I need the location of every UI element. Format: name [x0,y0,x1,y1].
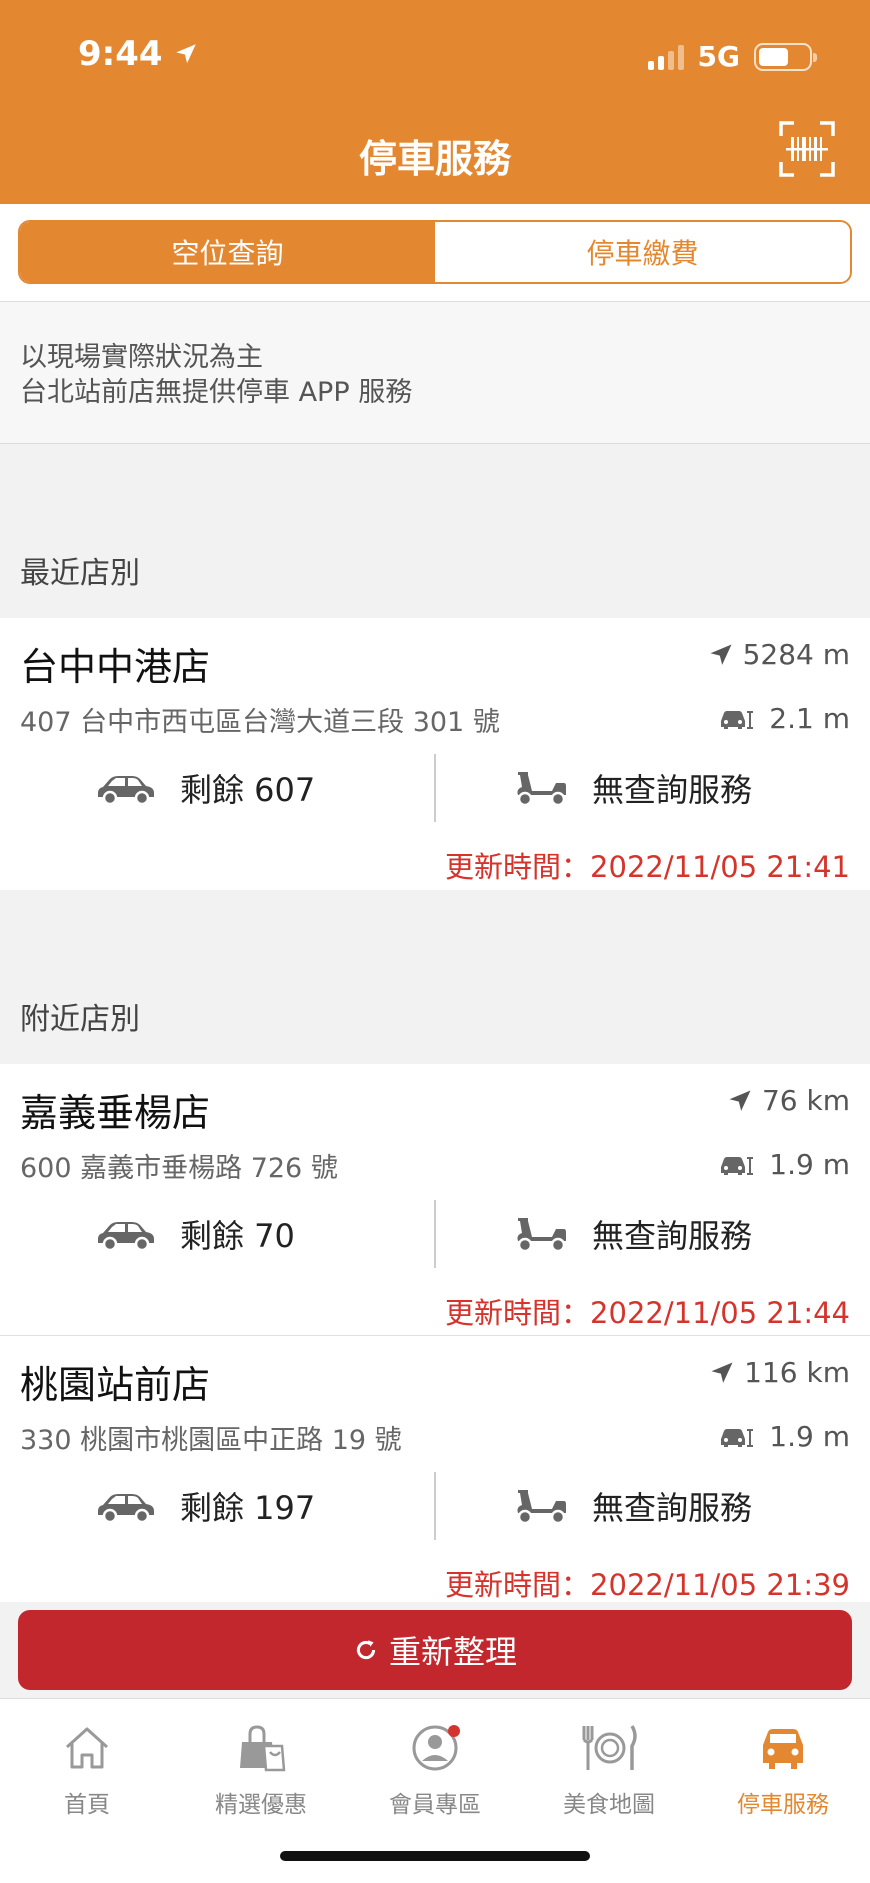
status-time-text: 9:44 [78,34,163,74]
dining-icon [582,1725,637,1770]
store-name: 台中中港店 [20,645,211,689]
update-time: 更新時間：2022/11/05 21:41 [445,850,850,884]
motorcycle-slot: 無查詢服務 [512,1200,752,1268]
navigation-arrow-icon [729,1090,751,1111]
notice-line-2: 台北站前店無提供停車 APP 服務 [20,377,413,408]
car-icon [98,776,154,805]
nav-parking[interactable]: 停車服務 [696,1719,870,1819]
parking-slots: 剩餘 607 無查詢服務 [0,754,870,822]
refresh-icon [356,1640,376,1660]
page-title: 停車服務 [358,137,511,181]
motorcycle-slot-text: 無查詢服務 [592,1217,753,1255]
car-slot: 剩餘 197 [94,1472,315,1540]
battery-icon [754,42,817,71]
car-front-icon [721,710,754,729]
car-slot: 剩餘 70 [94,1200,295,1268]
car-slot: 剩餘 607 [94,754,315,822]
barcode-scan-icon[interactable] [778,120,836,178]
nav-food-map[interactable]: 美食地圖 [522,1719,696,1819]
car-front-icon [721,1428,754,1447]
segmented-control: 空位查詢 停車繳費 [18,220,852,284]
update-time: 更新時間：2022/11/05 21:44 [445,1296,850,1330]
scooter-icon [517,772,566,807]
store-address: 330 桃園市桃園區中正路 19 號 [20,1425,402,1456]
motorcycle-slot-text: 無查詢服務 [592,1489,753,1527]
home-icon [65,1727,109,1769]
store-name: 嘉義垂楊店 [20,1091,211,1135]
app-header: 9:44 5G 停車服務 [0,0,870,204]
notice-panel: 以現場實際狀況為主 台北站前店無提供停車 APP 服務 [0,302,870,444]
store-drive-text: 2.1 m [769,702,850,735]
store-address: 600 嘉義市垂楊路 726 號 [20,1153,338,1184]
car-icon [98,1494,154,1523]
nav-member-label: 會員專區 [389,1792,481,1818]
store-distance-text: 76 km [761,1084,850,1117]
member-icon [412,1725,460,1771]
car-slot-text: 剩餘 197 [180,1489,316,1527]
slot-divider [434,754,436,822]
slot-divider [434,1472,436,1540]
motorcycle-slot: 無查詢服務 [512,754,752,822]
refresh-button[interactable]: 重新整理 [18,1610,852,1690]
store-drive-text: 1.9 m [769,1148,850,1181]
update-time: 更新時間：2022/11/05 21:39 [445,1568,850,1602]
tabs-bar: 空位查詢 停車繳費 [0,204,870,302]
store-drive-distance: 1.9 m [717,1420,850,1453]
store-card[interactable]: 嘉義垂楊店 76 km 600 嘉義市垂楊路 726 號 1.9 m 剩餘 70… [0,1064,870,1336]
navigation-arrow-icon [710,644,732,665]
parking-slots: 剩餘 197 無查詢服務 [0,1472,870,1540]
nav-home-label: 首頁 [64,1792,110,1818]
car-icon [98,1222,154,1251]
motorcycle-slot: 無查詢服務 [512,1472,752,1540]
store-distance: 5284 m [707,638,850,671]
store-address: 407 台中市西屯區台灣大道三段 301 號 [20,707,500,738]
store-card[interactable]: 桃園站前店 116 km 330 桃園市桃園區中正路 19 號 1.9 m 剩餘… [0,1336,870,1602]
tab-payment[interactable]: 停車繳費 [435,222,850,282]
signal-icon [647,44,684,70]
navigation-arrow-icon [711,1362,733,1383]
tab-availability[interactable]: 空位查詢 [20,222,435,282]
notice-line-1: 以現場實際狀況為主 [20,342,263,373]
nav-deals-label: 精選優惠 [215,1792,307,1818]
store-distance-text: 5284 m [742,638,850,671]
nav-member[interactable]: 會員專區 [348,1719,522,1819]
motorcycle-slot-text: 無查詢服務 [592,771,753,809]
refresh-label: 重新整理 [388,1633,517,1671]
store-card[interactable]: 台中中港店 5284 m 407 台中市西屯區台灣大道三段 301 號 2.1 … [0,618,870,890]
car-front-icon [721,1156,754,1175]
shopping-bag-icon [240,1725,286,1772]
nav-home[interactable]: 首頁 [0,1719,174,1819]
store-distance: 116 km [708,1356,850,1389]
scooter-icon [517,1490,566,1525]
status-right: 5G [647,40,817,73]
car-slot-text: 剩餘 70 [180,1217,295,1255]
store-drive-distance: 2.1 m [717,702,850,735]
store-drive-distance: 1.9 m [717,1148,850,1181]
scooter-icon [517,1218,566,1253]
home-indicator [280,1851,590,1861]
store-name: 桃園站前店 [20,1363,211,1407]
store-drive-text: 1.9 m [769,1420,850,1453]
section-recent-label: 最近店別 [20,556,140,591]
location-arrow-icon [175,44,196,64]
section-nearby-label: 附近店別 [20,1002,140,1037]
nav-food-map-label: 美食地圖 [563,1792,655,1818]
store-distance: 76 km [726,1084,850,1117]
car-icon [763,1729,803,1769]
car-slot-text: 剩餘 607 [180,771,316,809]
network-label: 5G [697,40,740,73]
nav-deals[interactable]: 精選優惠 [174,1719,348,1819]
parking-slots: 剩餘 70 無查詢服務 [0,1200,870,1268]
status-time: 9:44 [78,34,199,74]
nav-parking-label: 停車服務 [737,1792,829,1818]
store-distance-text: 116 km [744,1356,850,1389]
slot-divider [434,1200,436,1268]
